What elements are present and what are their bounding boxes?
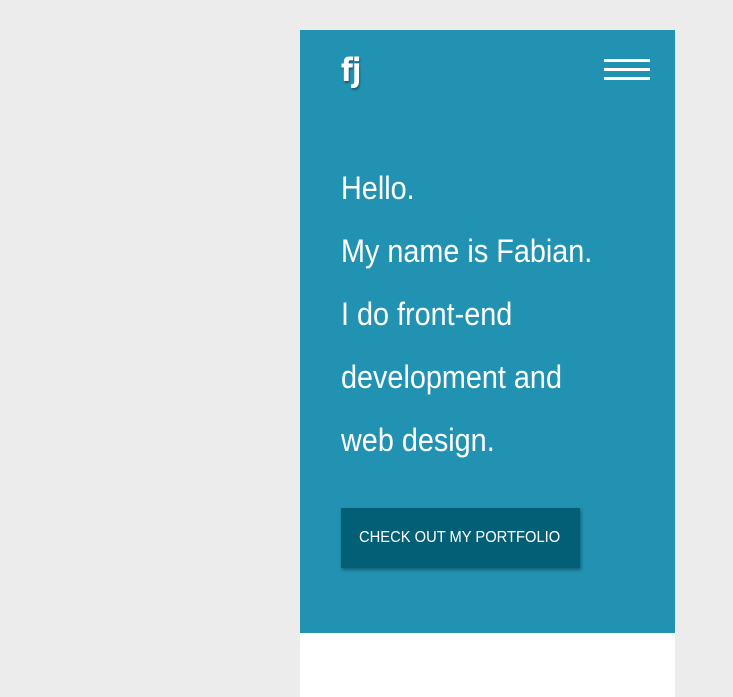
site-logo[interactable]: fj: [341, 52, 361, 88]
hero-line-role-2: development and: [341, 359, 562, 395]
mobile-viewport: fj Hello. My name is Fabian. I do front-…: [300, 30, 675, 697]
menu-bar: [604, 68, 650, 71]
hamburger-menu-icon[interactable]: [604, 58, 650, 84]
menu-bar: [604, 59, 650, 62]
hero-heading: Hello. My name is Fabian. I do front-end…: [341, 157, 661, 472]
hero-line-greeting: Hello.: [341, 170, 415, 206]
hero-section: fj Hello. My name is Fabian. I do front-…: [300, 30, 675, 633]
menu-bar: [604, 77, 650, 80]
portfolio-button-label: CHECK OUT MY PORTFOLIO: [359, 529, 561, 546]
hero-line-role-3: web design.: [341, 422, 495, 458]
hero-line-role-1: I do front-end: [341, 296, 513, 332]
portfolio-button[interactable]: CHECK OUT MY PORTFOLIO: [341, 508, 580, 568]
hero-line-name: My name is Fabian.: [341, 233, 593, 269]
